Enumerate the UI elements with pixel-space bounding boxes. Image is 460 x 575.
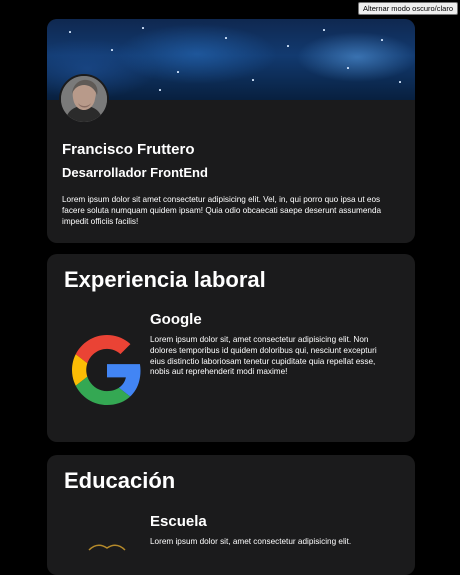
profile-bio: Lorem ipsum dolor sit amet consectetur a… bbox=[62, 195, 382, 226]
education-card: Educación Escuela Lorem ipsum dolor sit,… bbox=[47, 455, 415, 575]
profile-card: Francisco Fruttero Desarrollador FrontEn… bbox=[47, 19, 415, 243]
school-logo-icon bbox=[87, 537, 127, 551]
banner-star bbox=[399, 81, 401, 83]
profile-role: Desarrollador FrontEnd bbox=[62, 165, 208, 180]
banner-star bbox=[323, 29, 325, 31]
banner-star bbox=[177, 71, 179, 73]
banner-star bbox=[69, 31, 71, 33]
avatar-photo bbox=[61, 76, 107, 122]
experience-description: Lorem ipsum dolor sit, amet consectetur … bbox=[150, 335, 377, 377]
avatar bbox=[59, 74, 109, 124]
banner-star bbox=[225, 37, 227, 39]
experience-card: Experiencia laboral Google Lorem ipsum d… bbox=[47, 254, 415, 442]
google-logo-icon bbox=[72, 335, 142, 405]
banner-star bbox=[252, 79, 254, 81]
banner-star bbox=[142, 27, 144, 29]
banner-star bbox=[347, 67, 349, 69]
banner-star bbox=[381, 39, 383, 41]
education-title: Educación bbox=[64, 468, 176, 493]
banner-star bbox=[159, 89, 161, 91]
education-school: Escuela bbox=[150, 513, 207, 530]
education-description: Lorem ipsum dolor sit, amet consectetur … bbox=[150, 537, 352, 546]
profile-name: Francisco Fruttero bbox=[62, 141, 195, 158]
theme-toggle-button[interactable]: Alternar modo oscuro/claro bbox=[357, 2, 458, 15]
experience-title: Experiencia laboral bbox=[64, 267, 266, 292]
banner-star bbox=[287, 45, 289, 47]
banner-star bbox=[111, 49, 113, 51]
experience-company: Google bbox=[150, 311, 202, 328]
